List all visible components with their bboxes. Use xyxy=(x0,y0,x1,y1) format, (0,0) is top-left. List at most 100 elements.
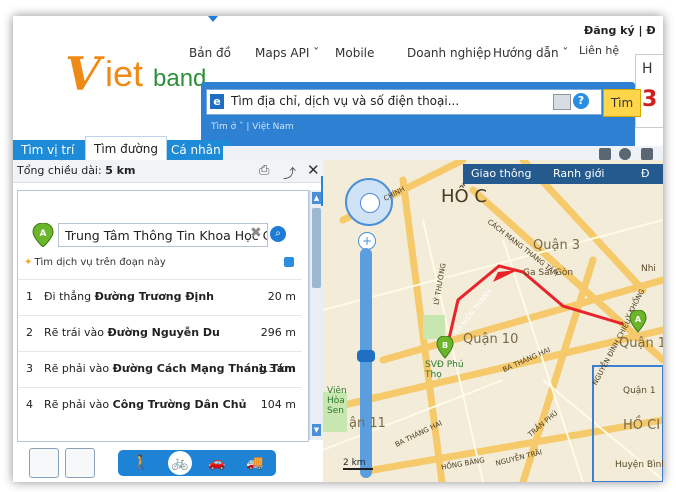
scroll-thumb[interactable] xyxy=(312,208,321,288)
step-action: Rẽ trái vào xyxy=(44,326,108,339)
travel-mode-bar: 🚶 🚲 🚗 🚚 xyxy=(13,442,323,482)
share-icon[interactable]: ⤴ xyxy=(283,163,296,182)
star-icon: ✦ xyxy=(24,257,33,268)
step-text: Rẽ phải vào Công Trường Dân Chủ xyxy=(44,398,246,411)
nav-item-mobile[interactable]: Mobile xyxy=(335,46,374,60)
start-pin-icon: A xyxy=(32,223,54,247)
scroll-up-icon[interactable]: ▲ xyxy=(312,192,321,204)
map-label-quan3: Quận 3 xyxy=(533,238,581,253)
step-action: Rẽ phải vào xyxy=(44,362,113,375)
route-end-marker-icon[interactable]: B xyxy=(436,336,454,360)
hotline-number: 3 xyxy=(642,87,658,112)
step-street: Đường Nguyễn Du xyxy=(107,326,220,339)
map-scale: 2 km xyxy=(343,458,373,470)
search-button[interactable]: Tìm xyxy=(603,89,641,117)
address-search-icon[interactable]: ⌕ xyxy=(270,226,286,242)
step-number: 4 xyxy=(26,398,33,411)
register-link[interactable]: Đăng ký | Đ xyxy=(584,24,656,37)
step-number: 3 xyxy=(26,362,33,375)
contact-link[interactable]: Liên hệ xyxy=(579,44,619,57)
street-view-icon[interactable] xyxy=(619,148,631,160)
route-start-marker-icon[interactable]: A xyxy=(629,310,647,334)
tab-ca-nhan[interactable]: Cá nhân xyxy=(163,140,229,160)
svg-text:A: A xyxy=(40,229,47,239)
route-options-icon[interactable] xyxy=(65,448,95,478)
total-length-value: 5 km xyxy=(105,164,136,177)
map-view[interactable]: Giao thông Ranh giới Đ + HỒ C Quận 3 Quậ… xyxy=(323,160,663,482)
nav-item-ban-do[interactable]: Bản đồ xyxy=(189,46,231,60)
map-tool-strip xyxy=(223,146,663,160)
directions-scrollbar[interactable]: ▲ ▼ xyxy=(309,190,324,440)
route-step[interactable]: 3 Rẽ phải vào Đường Cách Mạng Tháng Tám … xyxy=(18,351,302,388)
active-nav-indicator xyxy=(208,16,218,22)
hand-icon[interactable] xyxy=(599,148,611,160)
route-step[interactable]: 4 Rẽ phải vào Công Trường Dân Chủ 104 m xyxy=(18,387,302,424)
step-number: 1 xyxy=(26,290,33,303)
logo-iet: iet xyxy=(105,53,144,94)
step-street: Đường Trương Định xyxy=(94,290,214,303)
nav-item-huong-dan[interactable]: Hướng dẫn ˇ xyxy=(493,46,568,60)
map-label-hoa-sen: Viên Hòa Sen xyxy=(327,386,347,416)
step-distance: 1.3 km xyxy=(257,362,296,375)
total-length: Tổng chiều dài: 5 km xyxy=(17,164,135,177)
search-input[interactable]: e Tìm địa chỉ, dịch vụ và số điện thoại.… xyxy=(206,89,602,115)
layer-more[interactable]: Đ xyxy=(641,167,650,180)
hotline-label: H xyxy=(642,61,653,77)
help-icon[interactable]: ? xyxy=(573,93,589,109)
search-placeholder: Tìm địa chỉ, dịch vụ và số điện thoại... xyxy=(231,94,460,108)
marker-a-label: A xyxy=(635,315,642,324)
step-distance: 20 m xyxy=(267,290,296,303)
step-text: Rẽ trái vào Đường Nguyễn Du xyxy=(44,326,220,339)
travel-mode-selector: 🚶 🚲 🚗 🚚 xyxy=(118,450,276,476)
zoom-slider[interactable] xyxy=(360,248,372,478)
map-label-quan10: Quận 10 xyxy=(463,332,519,347)
logo-v: V xyxy=(65,47,101,101)
layer-giao-thong[interactable]: Giao thông xyxy=(471,167,532,180)
map-label-ho-chi: HỒ C xyxy=(441,186,487,207)
start-address-field[interactable]: Trung Tâm Thông Tin Khoa Học Côn xyxy=(58,223,268,247)
directions-header: Tổng chiều dài: 5 km ⎙ ⤴ ✕ xyxy=(13,160,323,183)
truck-mode-icon[interactable]: 🚚 xyxy=(238,452,272,474)
step-street: Công Trường Dân Chủ xyxy=(112,398,247,411)
map-label-phu-tho: SVĐ Phú Thọ xyxy=(425,360,464,380)
walk-mode-icon[interactable]: 🚶 xyxy=(124,452,158,474)
close-icon[interactable]: ✕ xyxy=(307,161,320,179)
print-icon[interactable]: ⎙ xyxy=(259,163,269,178)
find-services-label: Tìm dịch vụ trên đoạn này xyxy=(34,257,166,268)
route-settings-icon[interactable] xyxy=(29,448,59,478)
car-mode-icon[interactable]: 🚗 xyxy=(200,452,234,474)
map-label-nhi: Nhi xyxy=(641,264,656,274)
site-header: V iet band Bản đồ Maps API ˇ Mobile Doan… xyxy=(13,16,663,161)
keyboard-icon[interactable] xyxy=(553,94,571,110)
tab-tim-vi-tri[interactable]: Tìm vị trí xyxy=(13,140,82,160)
directions-panel: Tổng chiều dài: 5 km ⎙ ⤴ ✕ A Trung Tâm T… xyxy=(13,160,324,482)
layer-ranh-gioi[interactable]: Ranh giới xyxy=(553,167,604,180)
step-text: Đi thẳng Đường Trương Định xyxy=(44,290,214,303)
search-engine-icon: e xyxy=(210,94,224,109)
clear-address-icon[interactable]: ✖ xyxy=(250,225,262,241)
step-distance: 104 m xyxy=(260,398,296,411)
tool-icon[interactable] xyxy=(641,148,653,160)
map-label-quan1b: Quận 1 xyxy=(623,386,656,396)
map-label-huyen-binh: Huyện Bình xyxy=(615,460,663,470)
map-label-quan11: ận 11 xyxy=(349,416,386,431)
nav-item-maps-api[interactable]: Maps API ˇ xyxy=(255,46,319,60)
route-step[interactable]: 2 Rẽ trái vào Đường Nguyễn Du 296 m xyxy=(18,315,302,352)
nav-item-doanh-nghiep[interactable]: Doanh nghiệp xyxy=(407,46,491,60)
scroll-down-icon[interactable]: ▼ xyxy=(312,424,321,436)
tab-tim-duong[interactable]: Tìm đường xyxy=(85,136,167,161)
find-services-link[interactable]: ✦ Tìm dịch vụ trên đoạn này xyxy=(24,257,166,268)
step-number: 2 xyxy=(26,326,33,339)
bike-mode-icon[interactable]: 🚲 xyxy=(168,451,192,475)
pan-center[interactable] xyxy=(360,193,380,213)
services-toggle-icon[interactable] xyxy=(284,257,294,267)
search-scope-selector[interactable]: Tìm ở ˇ | Việt Nam xyxy=(211,122,294,132)
total-length-label: Tổng chiều dài: xyxy=(17,164,102,177)
logo-band: band xyxy=(153,65,207,92)
zoom-slider-handle[interactable] xyxy=(357,350,375,362)
route-step[interactable]: 1 Đi thẳng Đường Trương Định 20 m xyxy=(18,279,302,316)
step-distance: 296 m xyxy=(260,326,296,339)
route-details: A Trung Tâm Thông Tin Khoa Học Côn ✖ ⌕ ✦… xyxy=(17,190,309,442)
step-action: Đi thẳng xyxy=(44,290,95,303)
map-label-ho-chi-2: HỒ CI xyxy=(623,418,661,433)
